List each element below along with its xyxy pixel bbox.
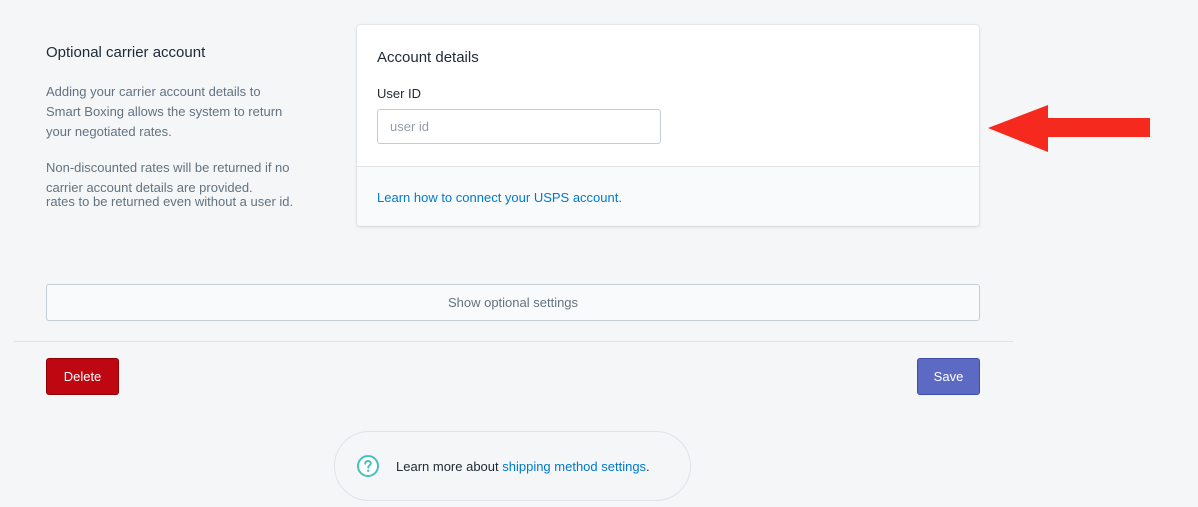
shipping-method-settings-link[interactable]: shipping method settings — [502, 459, 646, 474]
description-paragraph-2-text: Non-discounted rates will be returned if… — [46, 160, 290, 195]
card-title: Account details — [377, 49, 479, 66]
divider — [14, 341, 1013, 342]
help-footer: Learn more about shipping method setting… — [334, 431, 691, 501]
description-paragraph-1: Adding your carrier account details to S… — [46, 84, 283, 139]
section-title: Optional carrier account — [46, 44, 206, 61]
description-paragraph-2: Non-discounted rates will be returned if… — [46, 158, 298, 212]
shipping-settings-page: Optional carrier account Adding your car… — [0, 0, 1198, 507]
save-button[interactable]: Save — [917, 358, 980, 395]
question-circle-icon — [357, 455, 379, 477]
show-optional-settings-button[interactable]: Show optional settings — [46, 284, 980, 321]
delete-button[interactable]: Delete — [46, 358, 119, 395]
help-text: Learn more about shipping method setting… — [396, 459, 650, 474]
help-prefix: Learn more about — [396, 459, 503, 474]
section-description: Adding your carrier account details to S… — [46, 82, 298, 228]
card-footer: Learn how to connect your USPS account. — [357, 166, 979, 226]
help-suffix: . — [646, 459, 650, 474]
red-arrow-left-icon — [988, 105, 1150, 152]
card-body: Account details User ID — [357, 25, 979, 166]
user-id-input[interactable] — [377, 109, 661, 144]
user-id-label: User ID — [377, 86, 422, 101]
description-paragraph-3-text: rates to be returned even without a user… — [46, 194, 294, 209]
connect-usps-link[interactable]: Learn how to connect your USPS account. — [377, 190, 622, 205]
account-details-card: Account details User ID Learn how to con… — [357, 25, 979, 226]
